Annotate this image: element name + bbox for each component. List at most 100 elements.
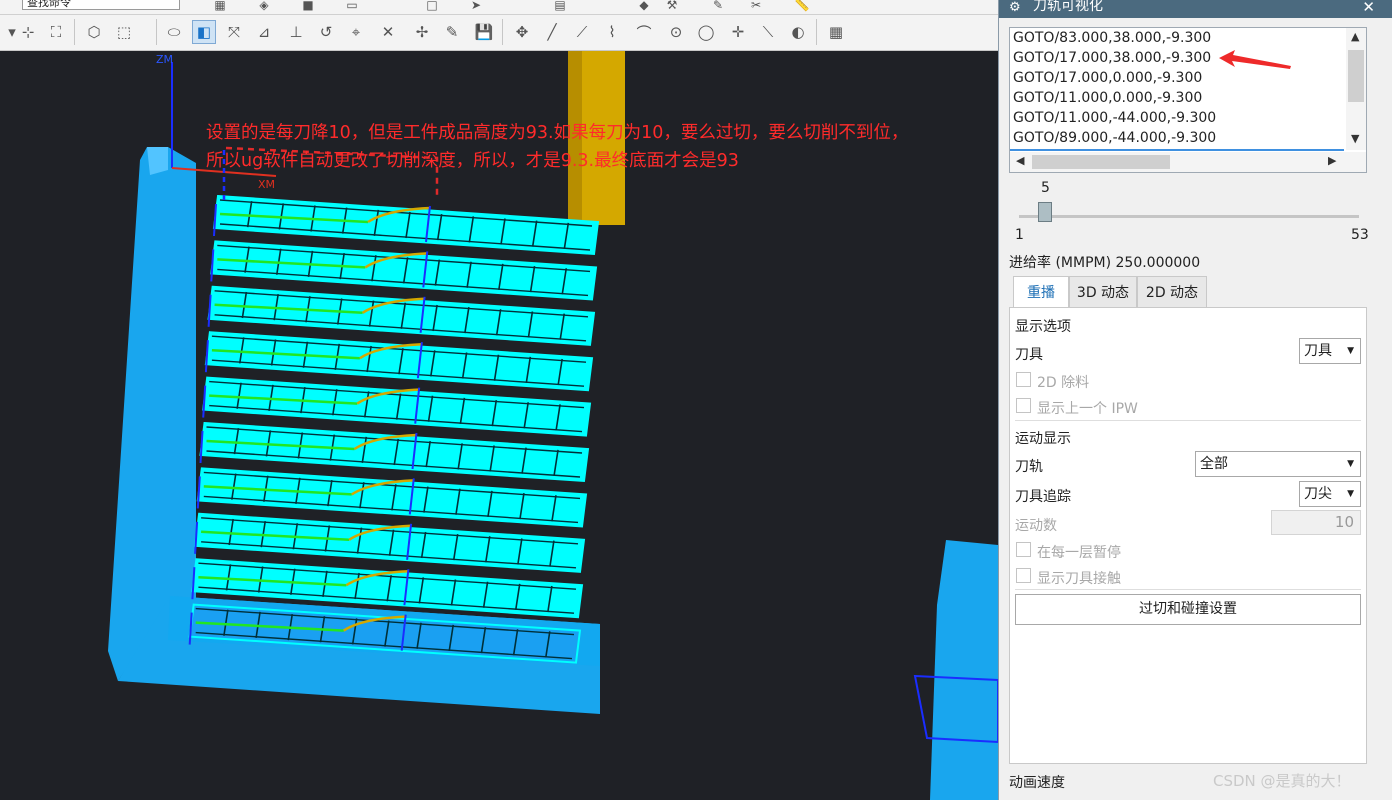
block-icon[interactable]: ■ bbox=[296, 0, 320, 13]
goto-line[interactable]: GOTO/17.000,0.000,-9.300 bbox=[1013, 70, 1202, 86]
arc-icon[interactable]: ⌒ bbox=[632, 20, 656, 44]
line-icon[interactable]: ╱ bbox=[540, 20, 564, 44]
plus-icon[interactable]: ✛ bbox=[726, 20, 750, 44]
motion-count-label: 运动数 bbox=[1015, 518, 1057, 534]
tool-icon[interactable]: ✂ bbox=[744, 0, 768, 13]
path-dropdown[interactable]: 全部 ▼ bbox=[1195, 451, 1361, 477]
crosshair-icon[interactable]: ⊹ bbox=[16, 20, 40, 44]
cube-view-icon[interactable]: ◧ bbox=[192, 20, 216, 44]
diagonal-line-icon[interactable]: ⟍ bbox=[756, 20, 780, 44]
shaded-icon[interactable]: ⬭ bbox=[162, 20, 186, 44]
annotation-line-2: 所以ug软件自动更改了切削深度，所以，才是9.3.最终底面才会是93 bbox=[206, 151, 739, 171]
tool-trace-dropdown[interactable]: 刀尖 ▼ bbox=[1299, 481, 1361, 507]
annotation-line-1: 设置的是每刀降10，但是工件成品高度为93.如果每刀为10，要么过切，要么切削不… bbox=[206, 123, 909, 143]
animation-speed-label: 动画速度 bbox=[1009, 775, 1065, 791]
ruler-icon[interactable]: 📏 bbox=[790, 0, 814, 13]
tool-dropdown[interactable]: 刀具 ▼ bbox=[1299, 338, 1361, 364]
show-prev-ipw-checkbox[interactable] bbox=[1016, 398, 1031, 413]
chevron-down-icon: ▼ bbox=[1347, 346, 1354, 356]
shade-icon[interactable]: ◐ bbox=[786, 20, 810, 44]
cut-path-blue bbox=[204, 340, 209, 373]
save-csys-icon[interactable]: 💾 bbox=[472, 20, 496, 44]
hexagon-icon[interactable]: ⬡ bbox=[82, 20, 106, 44]
vertical-scrollbar[interactable]: ▲ ▼ bbox=[1346, 28, 1366, 150]
rectangle-select-icon[interactable]: ⬚ bbox=[112, 20, 136, 44]
top-toolbar: 查找命令 ▦ ◈ ■ ▭ □ ➤ ▤ ◆ ⚒ ✎ ✂ 📏 bbox=[0, 0, 1000, 15]
scroll-right-icon[interactable]: ▶ bbox=[1328, 154, 1336, 167]
tool-trace-label: 刀具追踪 bbox=[1015, 489, 1071, 505]
curve-icon[interactable]: ⌇ bbox=[600, 20, 624, 44]
toolpath-layers bbox=[188, 194, 600, 664]
annotation-text: 设置的是每刀降10，但是工件成品高度为93.如果每刀为10，要么过切，要么切削不… bbox=[206, 119, 1006, 175]
snap-icon[interactable]: ▦ bbox=[208, 0, 232, 13]
scroll-down-icon[interactable]: ▼ bbox=[1351, 132, 1359, 145]
show-tool-contact-label: 显示刀具接触 bbox=[1037, 571, 1121, 587]
gouge-collision-settings-button[interactable]: 过切和碰撞设置 bbox=[1015, 594, 1361, 625]
chevron-down-icon: ▼ bbox=[1347, 489, 1354, 499]
goto-line[interactable]: GOTO/89.000,-44.000,-9.300 bbox=[1013, 130, 1216, 146]
horizontal-scrollbar[interactable]: ◀ ▶ bbox=[1010, 152, 1366, 172]
origin-icon[interactable]: ⊿ bbox=[252, 20, 276, 44]
cylinder-icon[interactable]: ▭ bbox=[340, 0, 364, 13]
remove-2d-checkbox[interactable] bbox=[1016, 372, 1031, 387]
display-options-header: 显示选项 bbox=[1015, 319, 1071, 335]
xc-icon[interactable]: ✕ bbox=[376, 20, 400, 44]
tab-replay[interactable]: 重播 bbox=[1013, 276, 1069, 308]
selection-icon[interactable]: ⛶ bbox=[44, 20, 68, 44]
z-axis-label: ZM bbox=[156, 53, 173, 66]
tool-trace-dropdown-value: 刀尖 bbox=[1304, 486, 1332, 502]
dialog-title: 刀轨可视化 bbox=[1033, 0, 1103, 14]
list-focus-line bbox=[1010, 149, 1344, 151]
show-tool-contact-checkbox[interactable] bbox=[1016, 568, 1031, 583]
step-slider-track[interactable] bbox=[1019, 215, 1359, 218]
move-icon[interactable]: ✥ bbox=[510, 20, 534, 44]
tab-2d-dynamic[interactable]: 2D 动态 bbox=[1137, 276, 1207, 308]
red-arrow-icon bbox=[1219, 50, 1291, 69]
axis-icon[interactable]: ⊥ bbox=[284, 20, 308, 44]
goto-list[interactable]: GOTO/83.000,38.000,-9.300 GOTO/17.000,38.… bbox=[1009, 27, 1367, 173]
horizontal-scroll-thumb[interactable] bbox=[1032, 155, 1170, 169]
yc-icon[interactable]: ✢ bbox=[410, 20, 434, 44]
grid-icon[interactable]: ▦ bbox=[824, 20, 848, 44]
graphics-viewport[interactable]: ZM XM 设置的是每刀降10，但是工件成品高度为93.如果每刀为10，要么过切… bbox=[0, 51, 998, 800]
goto-line[interactable]: GOTO/11.000,-44.000,-9.300 bbox=[1013, 110, 1216, 126]
wrench-icon[interactable]: ⚒ bbox=[660, 0, 684, 13]
goto-line[interactable]: GOTO/83.000,38.000,-9.300 bbox=[1013, 30, 1211, 46]
path-dropdown-value: 全部 bbox=[1200, 456, 1228, 472]
scroll-up-icon[interactable]: ▲ bbox=[1351, 30, 1359, 43]
pause-each-layer-label: 在每一层暂停 bbox=[1037, 545, 1121, 561]
path-label: 刀轨 bbox=[1015, 459, 1043, 475]
goto-line[interactable]: GOTO/17.000,38.000,-9.300 bbox=[1013, 50, 1211, 66]
remove-2d-label: 2D 除料 bbox=[1037, 375, 1090, 391]
side-part bbox=[930, 540, 998, 800]
arrow-icon[interactable]: ➤ bbox=[464, 0, 488, 13]
slider-min: 1 bbox=[1015, 227, 1024, 243]
part-icon[interactable]: ◈ bbox=[252, 0, 276, 13]
watermark: CSDN @是真的大！ bbox=[1213, 772, 1351, 790]
motion-count-input[interactable]: 10 bbox=[1271, 510, 1361, 535]
toolpath-visualization-dialog: ⚙ 刀轨可视化 ✕ GOTO/83.000,38.000,-9.300 GOTO/… bbox=[998, 0, 1392, 800]
show-prev-ipw-label: 显示上一个 IPW bbox=[1037, 401, 1138, 417]
square-icon[interactable]: □ bbox=[420, 0, 444, 13]
circle-center-icon[interactable]: ⊙ bbox=[664, 20, 688, 44]
command-finder-input[interactable]: 查找命令 bbox=[22, 0, 180, 10]
circle-icon[interactable]: ◯ bbox=[694, 20, 718, 44]
line-point-icon[interactable]: ⟋ bbox=[570, 20, 594, 44]
pause-each-layer-checkbox[interactable] bbox=[1016, 542, 1031, 557]
step-slider-thumb[interactable] bbox=[1038, 202, 1053, 222]
rotate-axis-icon[interactable]: ↺ bbox=[314, 20, 338, 44]
goto-line[interactable]: GOTO/11.000,0.000,-9.300 bbox=[1013, 90, 1202, 106]
close-icon[interactable]: ✕ bbox=[1362, 0, 1375, 15]
absolute-csys-icon[interactable]: ⌖ bbox=[344, 20, 368, 44]
tab-3d-dynamic[interactable]: 3D 动态 bbox=[1069, 276, 1137, 308]
vertical-scroll-thumb[interactable] bbox=[1348, 50, 1364, 102]
scroll-left-icon[interactable]: ◀ bbox=[1016, 154, 1024, 167]
edit-icon[interactable]: ✎ bbox=[706, 0, 730, 13]
dynamic-csys-icon[interactable]: ✎ bbox=[440, 20, 464, 44]
layer-icon[interactable]: ▤ bbox=[548, 0, 572, 13]
cut-path-blue bbox=[210, 249, 215, 282]
dialog-title-bar: ⚙ 刀轨可视化 ✕ bbox=[999, 0, 1392, 18]
x-axis-label: XM bbox=[258, 178, 275, 191]
view-icon[interactable]: ◆ bbox=[632, 0, 656, 13]
csys-icon[interactable]: ⤧ bbox=[222, 20, 246, 44]
